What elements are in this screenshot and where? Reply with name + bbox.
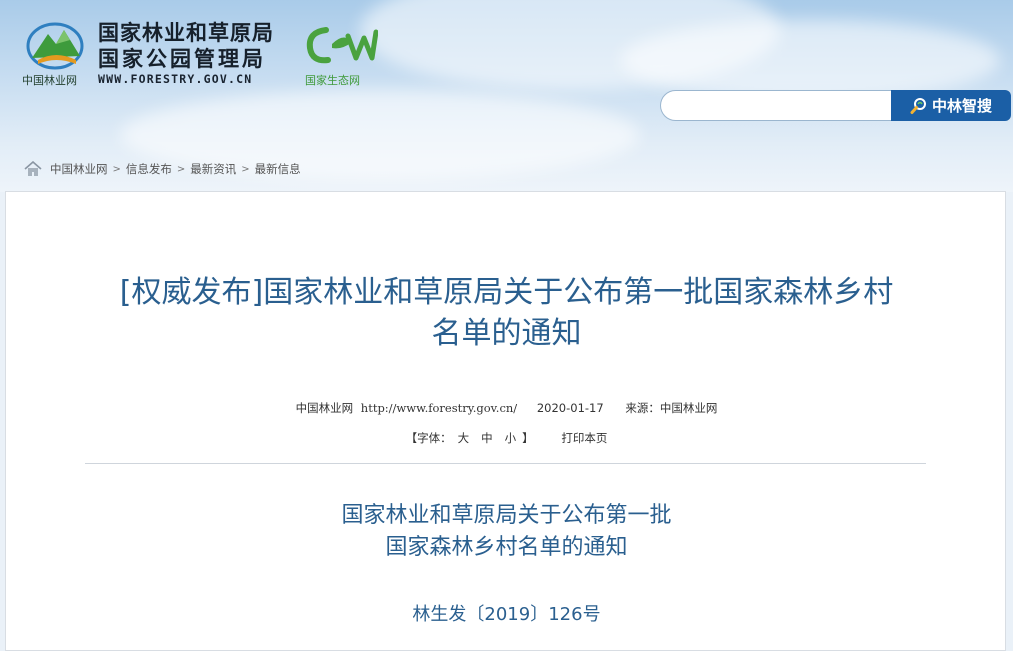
source-url: http://www.forestry.gov.cn/: [360, 401, 518, 415]
forestry-mountain-icon[interactable]: [26, 20, 84, 70]
breadcrumb-separator: >: [176, 163, 186, 175]
font-size-medium[interactable]: 中: [481, 431, 493, 445]
body-title: 国家林业和草原局关于公布第一批 国家森林乡村名单的通知: [0, 500, 1013, 564]
breadcrumb: 中国林业网 > 信息发布 > 最新资讯 > 最新信息: [24, 161, 301, 177]
breadcrumb-separator: >: [112, 163, 121, 175]
breadcrumb-item-forestry[interactable]: 中国林业网: [50, 161, 108, 177]
source-site: 中国林业网: [295, 401, 354, 415]
search-input[interactable]: [660, 90, 892, 121]
publish-date: 2020-01-17: [536, 401, 604, 415]
home-icon[interactable]: [24, 161, 42, 177]
article-tools: 【字体： 大中小】 打印本页: [0, 430, 1013, 446]
font-size-large[interactable]: 大: [458, 431, 470, 445]
article-meta: 中国林业网 http://www.forestry.gov.cn/ 2020-0…: [0, 400, 1013, 416]
logo-label[interactable]: 中国林业网: [22, 72, 77, 88]
breadcrumb-separator: >: [241, 163, 250, 175]
font-size-label: 【字体：: [405, 431, 452, 445]
article-title-line-2: 名单的通知: [431, 316, 582, 351]
breadcrumb-item-latest-news[interactable]: 最新资讯: [190, 161, 236, 177]
body-title-line-2: 国家森林乡村名单的通知: [385, 535, 628, 560]
body-title-line-1: 国家林业和草原局关于公布第一批: [341, 503, 672, 528]
cloud-decoration: [620, 20, 1000, 100]
cen-label[interactable]: 国家生态网: [305, 72, 360, 88]
document-number: 林生发〔2019〕126号: [412, 604, 601, 625]
search-button[interactable]: 中林智搜: [891, 90, 1011, 121]
source-label: 来源：中国林业网: [625, 401, 718, 415]
print-page-link[interactable]: 打印本页: [561, 431, 607, 445]
divider: [85, 463, 926, 464]
article-panel: [5, 191, 1006, 651]
org-name-secondary: 国家公园管理局: [98, 47, 266, 71]
font-size-small[interactable]: 小: [505, 431, 517, 445]
breadcrumb-item-latest-info[interactable]: 最新信息: [255, 161, 301, 177]
font-size-close: 】: [522, 431, 534, 445]
site-url: WWW.FORESTRY.GOV.CN: [98, 72, 253, 86]
article-title-line-1: [权威发布]国家林业和草原局关于公布第一批国家森林乡村: [119, 275, 894, 310]
search-button-label: 中林智搜: [931, 97, 992, 115]
cen-logo-icon[interactable]: [302, 22, 378, 68]
article-title: [权威发布]国家林业和草原局关于公布第一批国家森林乡村 名单的通知: [0, 272, 1013, 354]
magnifier-icon: [910, 97, 926, 114]
site-header: 中国林业网 国家林业和草原局 国家公园管理局 WWW.FORESTRY.GOV.…: [0, 0, 1013, 192]
breadcrumb-item-info-release[interactable]: 信息发布: [126, 161, 172, 177]
